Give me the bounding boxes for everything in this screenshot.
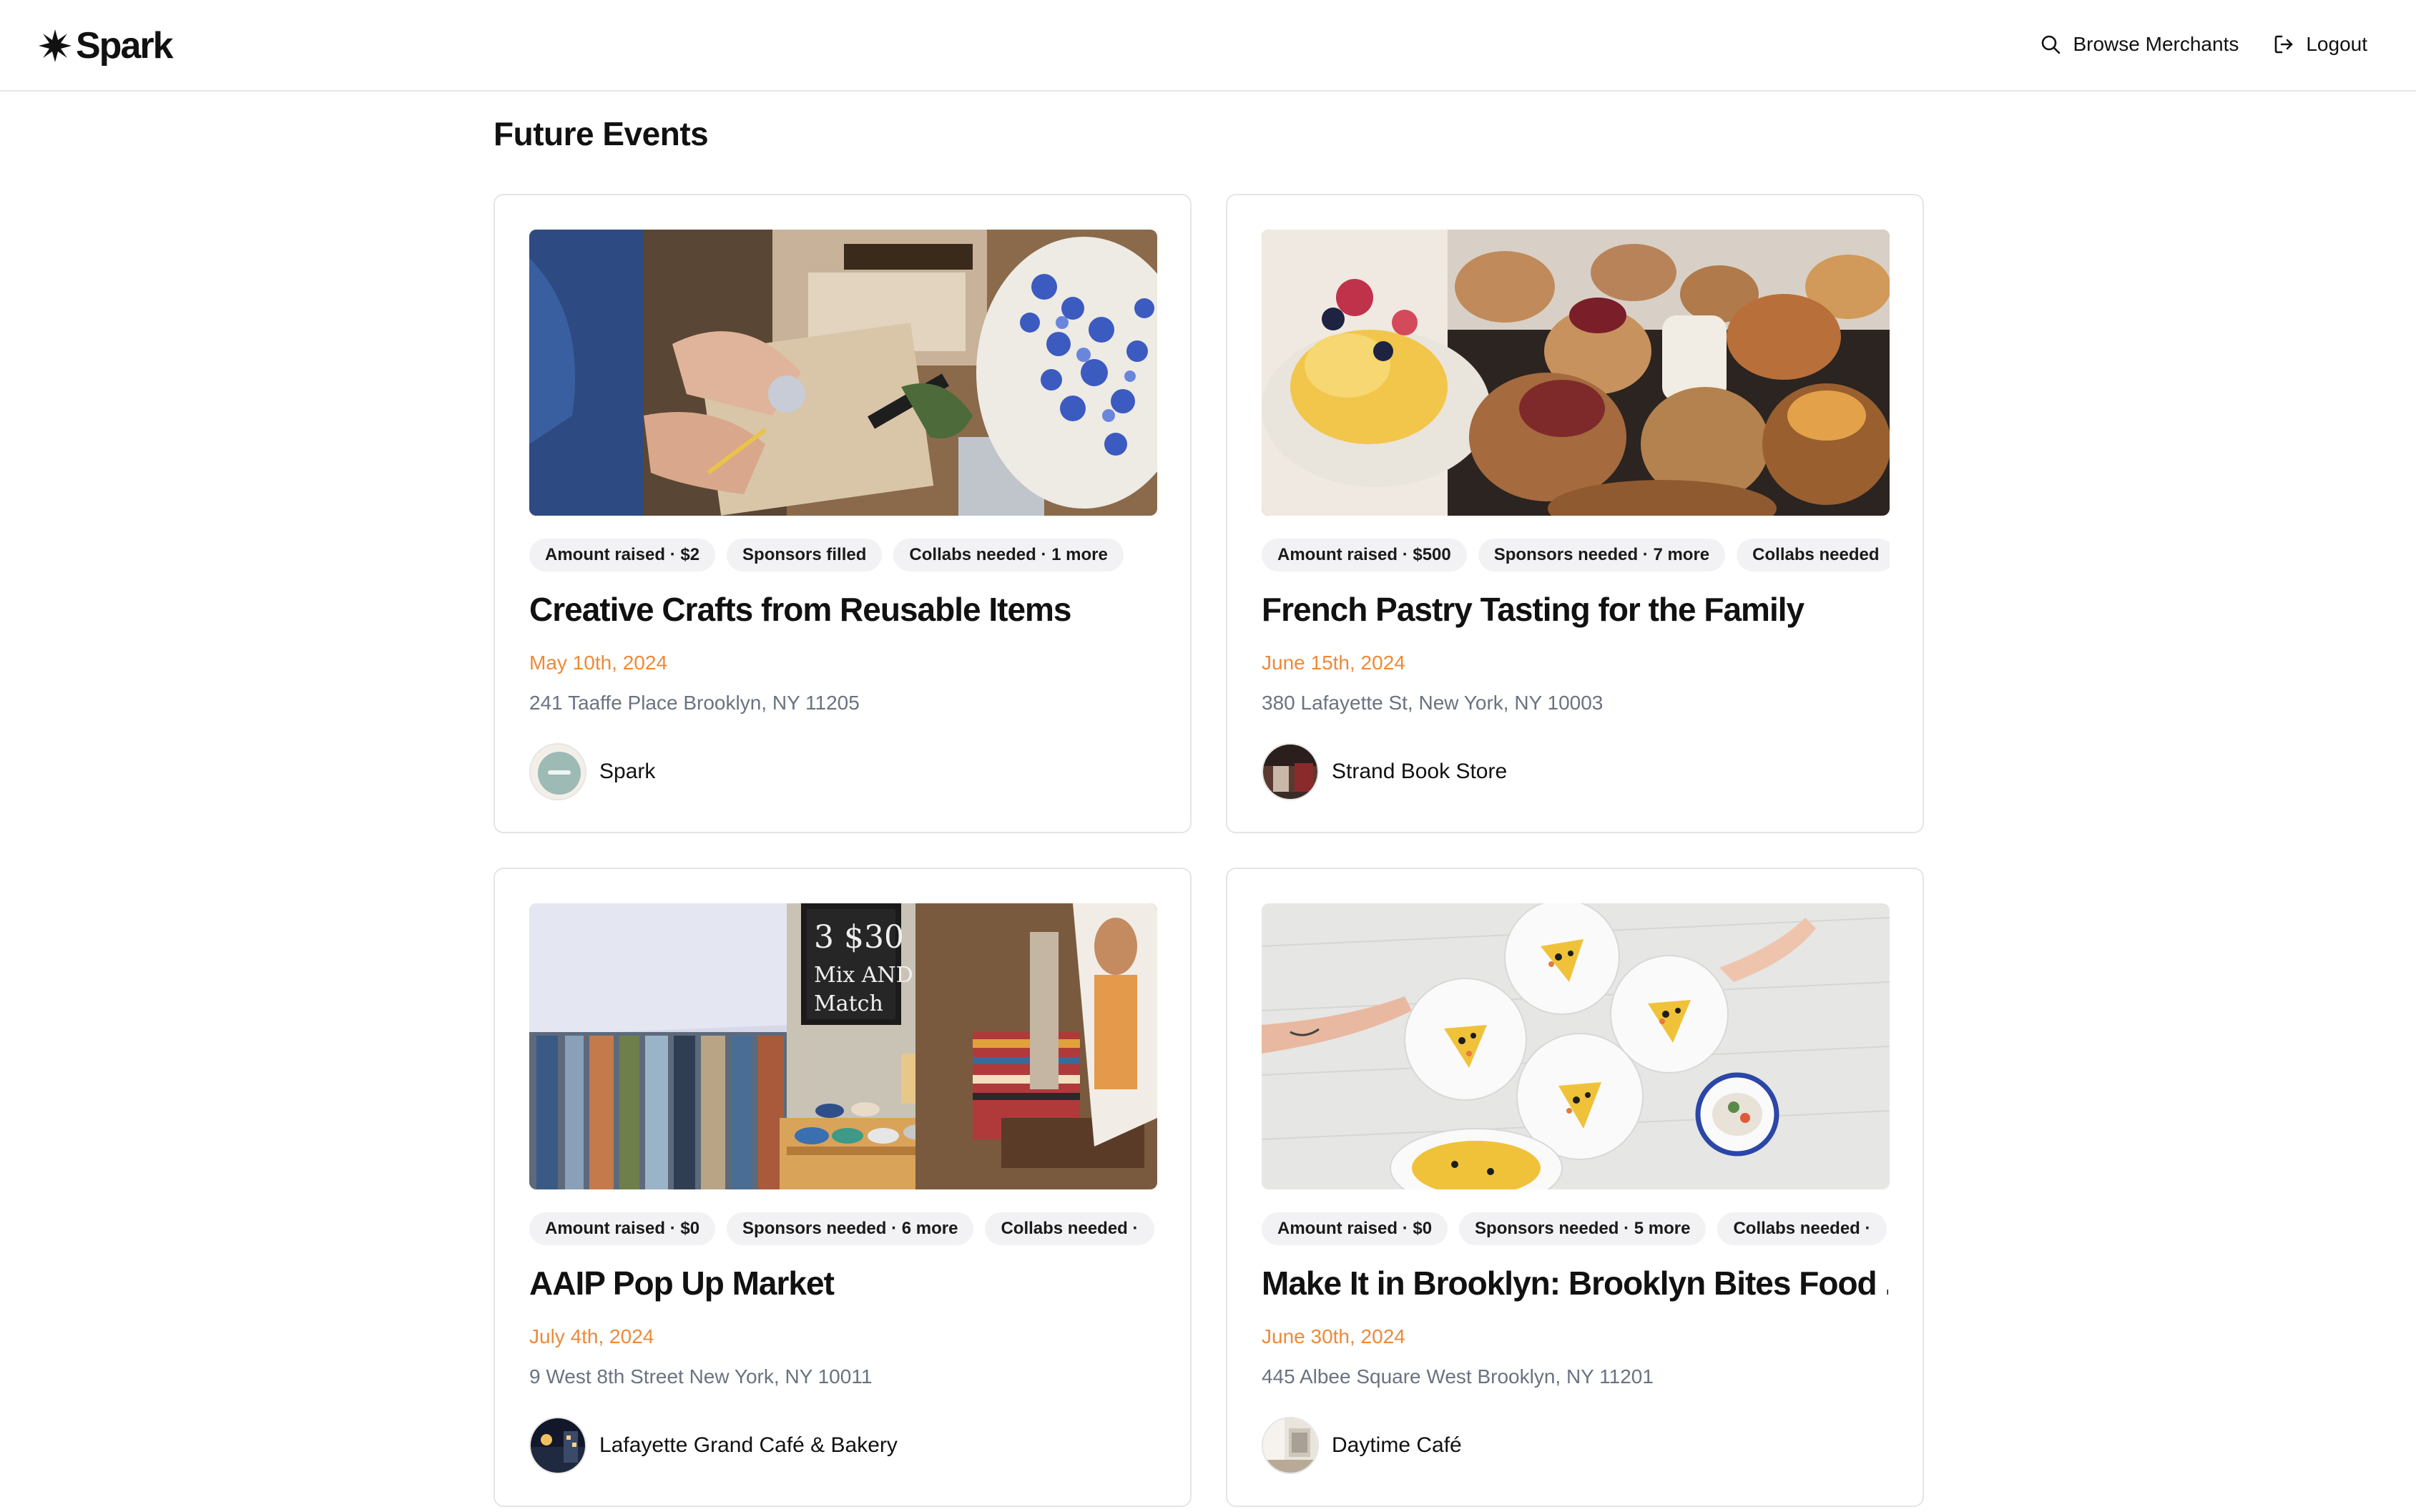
event-title: Make It in Brooklyn: Brooklyn Bites Food…	[1262, 1265, 1888, 1302]
event-chips: Amount raised · $500 Sponsors needed · 7…	[1262, 539, 1890, 571]
browse-merchants-label: Browse Merchants	[2073, 33, 2239, 55]
event-date: June 15th, 2024	[1262, 652, 1405, 674]
collabs-chip: Collabs needed	[1737, 539, 1890, 571]
logout-link[interactable]: Logout	[2273, 33, 2367, 56]
event-host[interactable]: Spark	[529, 743, 1156, 800]
event-title: Creative Crafts from Reusable Items	[529, 591, 1072, 628]
event-address: 9 West 8th Street New York, NY 10011	[529, 1365, 873, 1388]
event-card[interactable]: Amount raised · $2 Sponsors filled Colla…	[493, 194, 1192, 833]
event-date: May 10th, 2024	[529, 652, 668, 674]
sponsors-chip: Sponsors filled	[727, 539, 883, 571]
event-chips: Amount raised · $0 Sponsors needed · 6 m…	[529, 1212, 1157, 1245]
event-image	[1262, 903, 1890, 1189]
host-avatar	[1262, 1417, 1319, 1474]
event-title: AAIP Pop Up Market	[529, 1265, 835, 1302]
logo-text: Spark	[76, 25, 174, 67]
svg-text:Match: Match	[814, 991, 883, 1016]
collabs-chip: Collabs needed ·	[1717, 1212, 1887, 1245]
logout-label: Logout	[2306, 33, 2367, 55]
header-nav: Browse Merchants Logout	[2040, 21, 2367, 67]
host-avatar	[1262, 743, 1319, 800]
amount-raised-chip: Amount raised · $0	[1262, 1212, 1448, 1245]
page-title: Future Events	[493, 115, 709, 152]
event-card[interactable]: Amount raised · $0 Sponsors needed · 5 m…	[1226, 868, 1924, 1507]
event-title: French Pastry Tasting for the Family	[1262, 591, 1804, 628]
host-name: Strand Book Store	[1332, 760, 1508, 783]
svg-text:Mix AND: Mix AND	[814, 963, 913, 988]
event-chips: Amount raised · $2 Sponsors filled Colla…	[529, 539, 1157, 571]
amount-raised-chip: Amount raised · $0	[529, 1212, 716, 1245]
search-icon	[2040, 34, 2061, 55]
event-address: 380 Lafayette St, New York, NY 10003	[1262, 692, 1604, 714]
collabs-chip: Collabs needed ·	[985, 1212, 1154, 1245]
logo[interactable]: Spark	[39, 21, 174, 70]
host-name: Daytime Café	[1332, 1433, 1462, 1457]
event-date: July 4th, 2024	[529, 1325, 654, 1347]
amount-raised-chip: Amount raised · $500	[1262, 539, 1467, 571]
host-avatar	[529, 1417, 586, 1474]
event-address: 241 Taaffe Place Brooklyn, NY 11205	[529, 692, 860, 714]
event-host[interactable]: Lafayette Grand Café & Bakery	[529, 1417, 1156, 1474]
event-image	[529, 230, 1157, 516]
collabs-chip: Collabs needed · 1 more	[893, 539, 1124, 571]
event-card[interactable]: Amount raised · $500 Sponsors needed · 7…	[1226, 194, 1924, 833]
svg-text:3 $30: 3 $30	[814, 919, 904, 956]
host-avatar	[529, 743, 586, 800]
sponsors-chip: Sponsors needed · 6 more	[727, 1212, 974, 1245]
browse-merchants-link[interactable]: Browse Merchants	[2040, 33, 2239, 56]
event-chips: Amount raised · $0 Sponsors needed · 5 m…	[1262, 1212, 1890, 1245]
top-navbar: Spark Browse Merchants Logout	[0, 0, 2416, 92]
event-host[interactable]: Strand Book Store	[1262, 743, 1888, 800]
event-address: 445 Albee Square West Brooklyn, NY 11201	[1262, 1365, 1654, 1388]
sponsors-chip: Sponsors needed · 7 more	[1478, 539, 1726, 571]
events-grid: Amount raised · $2 Sponsors filled Colla…	[493, 194, 1924, 1507]
logout-icon	[2273, 34, 2294, 55]
host-name: Lafayette Grand Café & Bakery	[599, 1433, 898, 1457]
event-card[interactable]: 3 $30 Mix AND Match Amount raised · $0 S…	[493, 868, 1192, 1507]
event-date: June 30th, 2024	[1262, 1325, 1405, 1347]
amount-raised-chip: Amount raised · $2	[529, 539, 716, 571]
event-host[interactable]: Daytime Café	[1262, 1417, 1888, 1474]
sponsors-chip: Sponsors needed · 5 more	[1459, 1212, 1707, 1245]
event-image	[1262, 230, 1890, 516]
host-name: Spark	[599, 760, 656, 783]
event-image: 3 $30 Mix AND Match	[529, 903, 1157, 1189]
starburst-icon	[39, 29, 72, 62]
